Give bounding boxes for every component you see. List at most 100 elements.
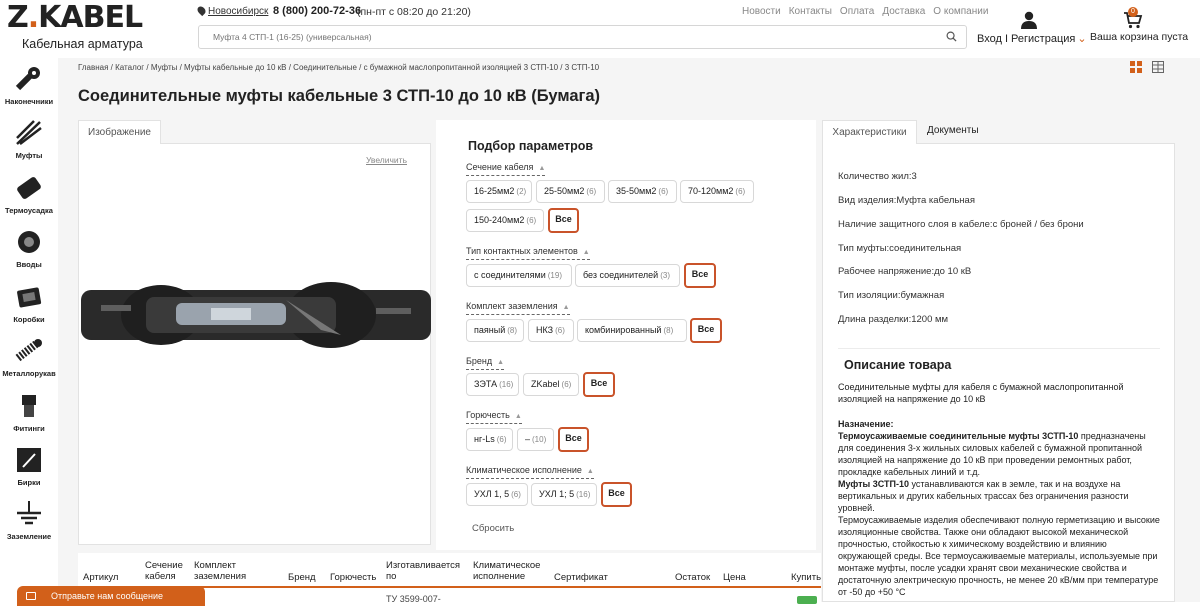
chip-count: (16) [499,380,514,389]
filter-all-button[interactable]: Все [690,318,722,343]
nav-delivery[interactable]: Доставка [882,6,925,17]
chip-count: (10) [532,435,547,444]
chip-label: УХЛ 1, 5 [474,489,510,499]
nav-contacts[interactable]: Контакты [789,6,832,17]
top-nav: Новости Контакты Оплата Доставка О компа… [742,6,988,17]
heatshrink-icon [17,177,41,199]
sidebar-item-boxes[interactable]: Коробки [0,282,58,324]
filter-all-button[interactable]: Все [684,263,716,288]
breadcrumb[interactable]: Главная / Каталог / Муфты / Муфты кабель… [78,63,599,72]
tab-documents[interactable]: Документы [927,125,979,136]
column-header[interactable]: Сечение кабеля [145,560,193,582]
box-icon [17,287,42,308]
work-hours: (пн-пт с 08:20 до 21:20) [357,6,471,18]
filter-chip[interactable]: 25-50мм2 (6) [536,180,605,203]
filter-all-button[interactable]: Все [548,208,579,233]
filter-chip[interactable]: 35-50мм2 (6) [608,180,677,203]
table-cell: ТУ 3599-007- [386,594,441,604]
zoom-link[interactable]: Увеличить [366,155,407,165]
chip-count: (6) [658,187,669,196]
gland-icon [18,231,40,253]
filter-all-button[interactable]: Все [583,372,615,397]
chip-label: 70-120мм2 [688,186,734,196]
filter-group-title[interactable]: Сечение кабеля ▲ [466,161,546,176]
nav-about[interactable]: О компании [933,6,988,17]
filter-chip[interactable]: НКЗ (6) [528,319,574,342]
grid-view-icon[interactable] [1130,61,1142,73]
tab-image[interactable]: Изображение [78,120,161,144]
chip-count: (6) [496,435,507,444]
chip-label: ЗЭТА [474,379,498,389]
filter-chip[interactable]: комбинированный (8) [577,319,687,342]
message-widget[interactable]: Отправьте нам сообщение [17,586,205,606]
login-register-link[interactable]: Вход I Регистрация ⌄ [977,32,1087,45]
column-header[interactable]: Климатическое исполнение [473,560,553,582]
chip-count: (16) [576,490,591,499]
sidebar-item-sleeves[interactable]: Муфты [0,118,58,160]
nav-news[interactable]: Новости [742,6,781,17]
search-input[interactable] [199,26,899,48]
filter-chip[interactable]: нг-Ls (6) [466,428,513,451]
filter-chip[interactable]: УХЛ 1, 5 (6) [466,483,528,506]
phone-number[interactable]: 8 (800) 200-72-36 [273,5,361,17]
collapse-arrow-icon: ▲ [562,304,570,311]
reset-filters-button[interactable]: Сбросить [472,523,514,534]
chip-label: – [525,434,531,444]
sidebar-item-lugs[interactable]: Наконечники [0,64,58,106]
buy-button[interactable] [797,596,817,604]
chip-count: (6) [561,380,572,389]
column-header[interactable]: Остаток [675,572,710,583]
search-icon[interactable] [946,31,957,42]
sidebar-label: Бирки [17,478,41,487]
sidebar-item-metal-hose[interactable]: Металлорукав [0,336,58,378]
chip-count: (3) [660,271,670,280]
filter-chip[interactable]: – (10) [517,428,554,451]
sidebar-item-grounding[interactable]: Заземление [0,499,58,541]
sidebar-item-glands[interactable]: Вводы [0,227,58,269]
description-body: Назначение: Термоусаживаемые соединитель… [838,418,1160,598]
city-selector[interactable]: Новосибирск [195,4,268,17]
column-header[interactable]: Цена [723,572,746,583]
filter-all-button[interactable]: Все [558,427,589,452]
filter-chip[interactable]: паяный (8) [466,319,524,342]
column-header[interactable]: Комплект заземления [194,560,254,582]
filter-group-title[interactable]: Тип контактных элементов ▲ [466,245,590,260]
filter-group-title[interactable]: Климатическое исполнение ▲ [466,464,594,479]
chip-label: 25-50мм2 [544,186,585,196]
column-header[interactable]: Артикул [83,572,118,583]
chip-label: нг-Ls [474,434,495,444]
filter-chip[interactable]: ЗЭТА (16) [466,373,519,396]
tab-characteristics[interactable]: Характеристики [822,120,917,144]
filter-chip[interactable]: 16-25мм2 (2) [466,180,532,203]
column-header[interactable]: Изготавливается по [386,560,472,582]
column-header[interactable]: Горючесть [330,572,376,583]
sidebar-label: Термоусадка [5,206,53,215]
filter-chip[interactable]: с соединителями (19) [466,264,572,287]
user-icon[interactable] [1021,11,1037,29]
filter-chip[interactable]: без соединителей (3) [575,264,680,287]
product-image[interactable] [81,270,431,360]
filter-chip[interactable]: УХЛ 1; 5 (16) [531,483,597,506]
message-label: Отправьте нам сообщение [51,591,164,601]
table-view-icon[interactable] [1152,61,1164,73]
characteristic-row: Рабочее напряжение:до 10 кВ [838,266,972,277]
sidebar-label: Заземление [6,532,52,541]
page-title: Соединительные муфты кабельные 3 СТП-10 … [78,87,601,105]
nav-payment[interactable]: Оплата [840,6,874,17]
sidebar-item-heatshrink[interactable]: Термоусадка [0,173,58,215]
filter-group-title[interactable]: Бренд ▲ [466,355,505,370]
filter-all-button[interactable]: Все [601,482,632,507]
column-header[interactable]: Сертификат [554,572,608,583]
characteristic-row: Длина разделки:1200 мм [838,314,949,325]
filter-chip[interactable]: 150-240мм2 (6) [466,209,544,232]
filter-group-title[interactable]: Комплект заземления ▲ [466,300,570,315]
sidebar-item-fittings[interactable]: Фитинги [0,391,58,433]
column-header[interactable]: Купить [791,572,821,583]
filter-group-title[interactable]: Горючесть ▲ [466,409,522,424]
cart-status[interactable]: Ваша корзина пуста [1090,31,1188,43]
filter-chip[interactable]: ZKabel (6) [523,373,579,396]
column-header[interactable]: Бренд [288,572,316,583]
filter-chip[interactable]: 70-120мм2 (6) [680,180,754,203]
sidebar-item-tags[interactable]: Бирки [0,445,58,487]
logo[interactable]: Z.KABEL [7,2,143,34]
